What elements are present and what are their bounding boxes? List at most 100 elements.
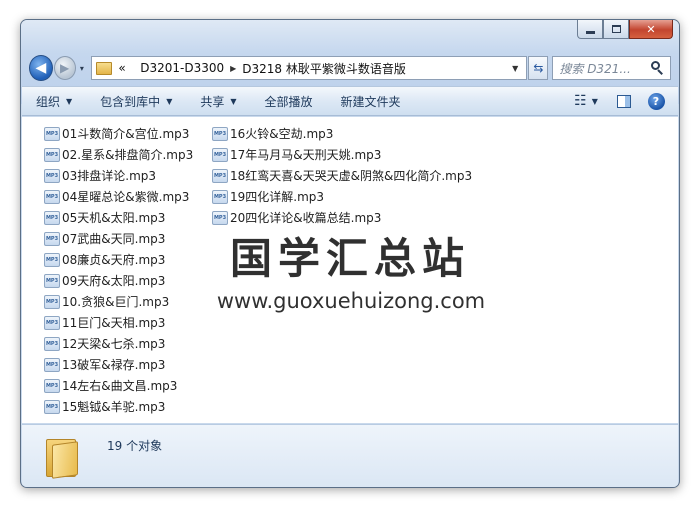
breadcrumb-item-parent[interactable]: D3201-D3300 [140,61,224,75]
file-item[interactable]: MP3 14左右&曲文昌.mp3 [44,375,193,396]
file-name: 07武曲&天同.mp3 [62,232,166,246]
breadcrumb-overflow[interactable]: « [118,61,125,75]
mp3-file-icon: MP3 [212,126,228,141]
mp3-file-icon: MP3 [44,252,60,267]
file-name: 05天机&太阳.mp3 [62,211,166,225]
chevron-down-icon: ▼ [591,96,598,106]
navigation-bar: ◀ ▶ ▾ « D3201-D3300 ▶ D3218 林耿平紫微斗数语音版 ▼… [29,53,672,83]
refresh-button[interactable]: ⇆ [528,56,549,80]
file-item[interactable]: MP3 19四化详解.mp3 [212,186,472,207]
file-item[interactable]: MP3 03排盘详论.mp3 [44,165,193,186]
file-name: 13破军&禄存.mp3 [62,358,166,372]
mp3-file-icon: MP3 [44,378,60,393]
search-box[interactable]: 搜索 D321... [552,56,672,80]
close-icon: ✕ [646,22,656,36]
file-name: 14左右&曲文昌.mp3 [62,379,178,393]
file-name: 02.星系&排盘简介.mp3 [62,148,194,162]
forward-button[interactable]: ▶ [53,56,76,80]
file-name: 19四化详解.mp3 [230,190,325,204]
new-folder-button[interactable]: 新建文件夹 [327,87,415,115]
mp3-file-icon: MP3 [44,231,60,246]
view-options-button[interactable]: ☷ ▼ [564,87,608,115]
file-item[interactable]: MP3 10.贪狼&巨门.mp3 [44,291,193,312]
mp3-file-icon: MP3 [44,399,60,414]
file-name: 16火铃&空劫.mp3 [230,127,334,141]
mp3-file-icon: MP3 [44,357,60,372]
file-name: 11巨门&天相.mp3 [62,316,166,330]
file-name: 20四化详论&收篇总结.mp3 [230,211,382,225]
back-button[interactable]: ◀ [29,55,53,81]
file-item[interactable]: MP3 15魁钺&羊驼.mp3 [44,396,193,417]
share-button[interactable]: 共享 ▼ [186,87,250,115]
file-item[interactable]: MP3 18红鸾天喜&天哭天虚&阴煞&四化简介.mp3 [212,165,472,186]
refresh-icon: ⇆ [533,61,544,75]
mp3-file-icon: MP3 [212,189,228,204]
folder-front-shape [52,441,78,479]
search-icon[interactable] [650,61,664,75]
mp3-file-icon: MP3 [44,147,60,162]
file-item[interactable]: MP3 13破军&禄存.mp3 [44,354,193,375]
mp3-file-icon: MP3 [212,168,228,183]
file-item[interactable]: MP3 11巨门&天相.mp3 [44,312,193,333]
address-bar[interactable]: « D3201-D3300 ▶ D3218 林耿平紫微斗数语音版 ▼ [91,56,528,80]
search-input[interactable]: 搜索 D321... [559,60,650,77]
close-button[interactable]: ✕ [629,20,673,39]
forward-arrow-icon: ▶ [59,61,70,75]
chevron-down-icon: ▼ [166,96,173,106]
preview-pane-icon [617,94,631,108]
folder-icon [46,439,80,479]
watermark-title: 国学汇总站 [229,234,470,283]
file-name: 10.贪狼&巨门.mp3 [62,295,170,309]
file-item[interactable]: MP3 16火铃&空劫.mp3 [212,123,472,144]
file-item[interactable]: MP3 01斗数简介&宫位.mp3 [44,123,193,144]
share-label: 共享 [200,94,225,109]
organize-label: 组织 [36,94,61,109]
view-options-icon: ☷ [574,93,587,109]
include-in-library-label: 包含到库中 [100,94,161,109]
file-column-2: MP3 16火铃&空劫.mp3 MP3 17年马月马&天刑天姚.mp3 MP3 18红鸾天… [212,123,472,228]
file-name: 04星曜总论&紫微.mp3 [62,190,190,204]
chevron-down-icon: ▼ [66,96,73,106]
file-name: 09天府&太阳.mp3 [62,274,166,288]
mp3-file-icon: MP3 [44,168,60,183]
recent-pages-button[interactable]: ▾ [77,64,88,73]
play-all-label: 全部播放 [264,94,313,109]
minimize-icon [585,30,595,34]
chevron-right-icon[interactable]: ▶ [230,64,236,73]
file-name: 08廉贞&天府.mp3 [62,253,166,267]
new-folder-label: 新建文件夹 [340,94,401,109]
mp3-file-icon: MP3 [44,126,60,141]
address-history-dropdown[interactable]: ▼ [508,64,522,73]
file-item[interactable]: MP3 12天梁&七杀.mp3 [44,333,193,354]
include-in-library-button[interactable]: 包含到库中 ▼ [86,87,186,115]
explorer-window: ✕ ◀ ▶ ▾ « D3201-D3300 ▶ D3218 林耿平紫微斗数语音版… [20,19,680,488]
chevron-down-icon: ▼ [230,96,237,106]
organize-button[interactable]: 组织 ▼ [22,87,86,115]
search-handle-shape [657,69,663,75]
file-item[interactable]: MP3 09天府&太阳.mp3 [44,270,193,291]
mp3-file-icon: MP3 [212,147,228,162]
breadcrumb-item-current[interactable]: D3218 林耿平紫微斗数语音版 [242,60,406,77]
mp3-file-icon: MP3 [44,189,60,204]
file-list-pane[interactable]: MP3 01斗数简介&宫位.mp3 MP3 02.星系&排盘简介.mp3 MP3 03排盘… [22,117,678,442]
play-all-button[interactable]: 全部播放 [251,87,327,115]
file-name: 03排盘详论.mp3 [62,169,157,183]
maximize-button[interactable] [603,20,629,39]
file-name: 01斗数简介&宫位.mp3 [62,127,190,141]
file-item[interactable]: MP3 07武曲&天同.mp3 [44,228,193,249]
folder-icon [96,61,113,75]
help-button[interactable]: ? [640,87,672,115]
preview-pane-button[interactable] [608,87,640,115]
mp3-file-icon: MP3 [44,294,60,309]
caption-buttons: ✕ [577,20,673,39]
file-item[interactable]: MP3 04星曜总论&紫微.mp3 [44,186,193,207]
chevron-down-icon: ▾ [79,63,84,73]
file-item[interactable]: MP3 08廉贞&天府.mp3 [44,249,193,270]
file-item[interactable]: MP3 17年马月马&天刑天姚.mp3 [212,144,472,165]
back-arrow-icon: ◀ [35,60,47,76]
mp3-file-icon: MP3 [212,210,228,225]
watermark-url: www.guoxuehuizong.com [216,289,486,313]
minimize-button[interactable] [577,20,603,39]
file-item[interactable]: MP3 05天机&太阳.mp3 [44,207,193,228]
file-item[interactable]: MP3 02.星系&排盘简介.mp3 [44,144,193,165]
